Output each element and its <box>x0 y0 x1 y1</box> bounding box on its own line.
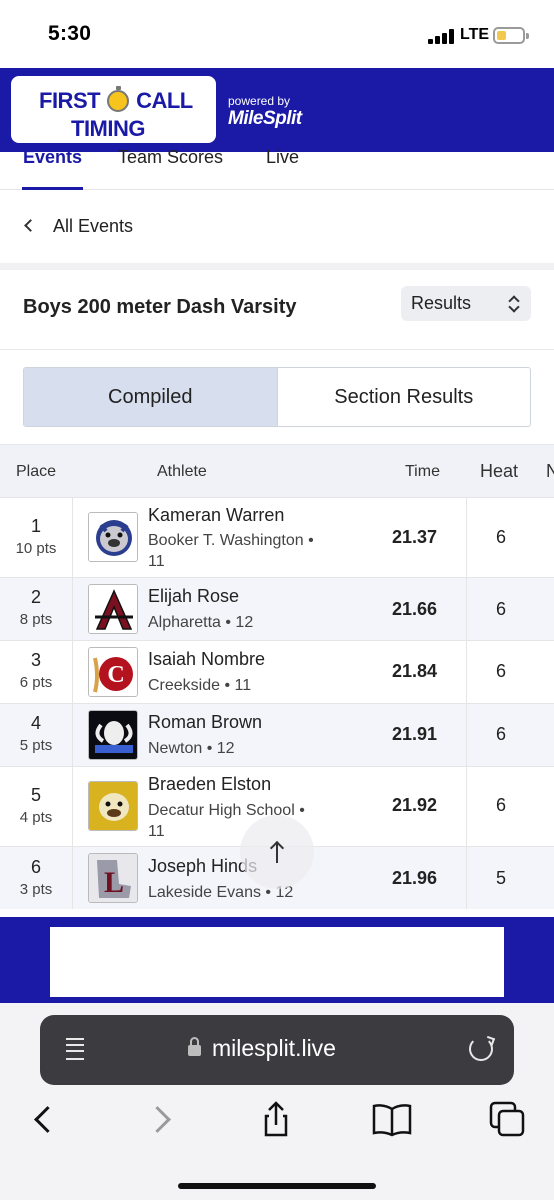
athlete-name[interactable]: Isaiah Nombre <box>148 649 265 670</box>
table-header: Place Athlete Time Heat N <box>0 444 554 497</box>
stopwatch-icon <box>107 86 130 112</box>
status-time: 5:30 <box>48 22 92 45</box>
points-value: 3 pts <box>19 881 53 898</box>
place-value: 1 <box>30 516 41 536</box>
athlete-name[interactable]: Braeden Elston <box>148 774 271 795</box>
table-row[interactable]: 4 5 pts Roman Brown Newton • 12 21.91 6 <box>0 703 554 766</box>
heat-value: 6 <box>495 661 506 681</box>
status-bar: 5:30 LTE <box>0 0 554 68</box>
ram-logo-icon <box>88 710 138 760</box>
tab-live[interactable]: Live <box>266 147 299 168</box>
section-results-button[interactable]: Section Results <box>278 368 531 426</box>
tabs-overview-icon[interactable] <box>487 1099 527 1139</box>
header-place: Place <box>16 463 57 480</box>
place-value: 4 <box>30 713 41 733</box>
time-value: 21.91 <box>392 724 438 744</box>
time-value: 21.37 <box>392 527 438 547</box>
time-value: 21.92 <box>392 795 438 815</box>
url-text[interactable]: milesplit.live <box>212 1035 336 1062</box>
heat-value: 6 <box>495 527 506 547</box>
signal-icon <box>428 29 456 44</box>
chevron-left-icon <box>24 219 37 232</box>
athlete-school: Newton • 12 <box>148 740 235 757</box>
table-row[interactable]: 3 6 pts C Isaiah Nombre Creekside • 11 2… <box>0 640 554 703</box>
place-value: 6 <box>30 857 41 877</box>
logo-line1: FIRST CALL <box>39 86 193 114</box>
compiled-button[interactable]: Compiled <box>24 368 278 426</box>
header-heat: Heat <box>480 461 519 481</box>
tab-team-scores[interactable]: Team Scores <box>118 147 223 168</box>
header-extra: N <box>546 461 554 481</box>
athlete-school: Booker T. Washington • 11 <box>148 532 314 570</box>
athlete-name[interactable]: Kameran Warren <box>148 505 284 526</box>
logo-word-call: CALL <box>136 88 193 113</box>
forward-button[interactable] <box>140 1099 180 1139</box>
header-athlete: Athlete <box>157 463 207 480</box>
all-events-link[interactable]: All Events <box>0 191 554 263</box>
arrow-up-icon <box>276 843 278 863</box>
logo-word-timing: TIMING <box>71 116 146 141</box>
event-title: Boys 200 meter Dash Varsity <box>23 296 297 318</box>
header-time: Time <box>405 463 440 480</box>
svg-text:C: C <box>107 662 124 688</box>
time-value: 21.84 <box>392 661 438 681</box>
site-header: FIRST CALL TIMING powered by MileSplit <box>0 68 554 152</box>
heat-value: 6 <box>495 599 506 619</box>
athlete-name[interactable]: Elijah Rose <box>148 586 239 607</box>
network-label: LTE <box>460 26 490 43</box>
time-value: 21.96 <box>392 868 438 888</box>
logo-word-first: FIRST <box>39 88 101 113</box>
event-header: Boys 200 meter Dash Varsity Results <box>0 270 554 350</box>
ad-placeholder[interactable] <box>50 927 504 997</box>
event-tabs: Events Team Scores Live <box>0 147 554 190</box>
tab-events[interactable]: Events <box>23 147 82 168</box>
back-button[interactable] <box>30 1099 70 1139</box>
results-view-toggle: Compiled Section Results <box>23 367 531 427</box>
footer-band <box>0 917 554 1003</box>
letter-a-logo-icon <box>88 584 138 634</box>
reload-icon[interactable] <box>469 1037 493 1061</box>
time-value: 21.66 <box>392 599 438 619</box>
address-bar[interactable]: milesplit.live <box>40 1015 514 1085</box>
page-menu-icon[interactable] <box>64 1036 86 1062</box>
points-value: 10 pts <box>15 540 57 557</box>
table-row[interactable]: 1 10 pts Kameran Warren Booker T. Washin… <box>0 497 554 577</box>
points-value: 5 pts <box>19 737 53 754</box>
view-select[interactable]: Results <box>401 286 531 321</box>
all-events-label: All Events <box>53 216 134 236</box>
browser-toolbar: milesplit.live <box>0 1003 554 1200</box>
scroll-to-top-button[interactable] <box>240 815 314 889</box>
section-divider <box>0 263 554 270</box>
table-row[interactable]: 2 8 pts Elijah Rose Alpharetta • 12 21.6… <box>0 577 554 640</box>
bulldog-logo-icon <box>88 512 138 562</box>
points-value: 4 pts <box>19 809 53 826</box>
place-value: 2 <box>30 587 41 607</box>
share-icon[interactable] <box>256 1099 296 1139</box>
letter-c-logo-icon: C <box>88 647 138 697</box>
powered-by-label: powered by <box>228 94 291 108</box>
heat-value: 5 <box>495 868 506 888</box>
view-select-value: Results <box>411 293 472 313</box>
bulldog-gold-logo-icon <box>88 781 138 831</box>
active-tab-indicator <box>22 187 83 190</box>
athlete-name[interactable]: Roman Brown <box>148 712 262 733</box>
milesplit-logo[interactable]: MileSplit <box>228 108 302 130</box>
heat-value: 6 <box>495 724 506 744</box>
battery-icon <box>493 27 529 44</box>
home-indicator <box>178 1183 376 1189</box>
athlete-school: Alpharetta • 12 <box>148 614 254 631</box>
first-call-timing-logo[interactable]: FIRST CALL TIMING <box>11 76 216 143</box>
lock-icon <box>188 1037 201 1056</box>
points-value: 6 pts <box>19 674 53 691</box>
place-value: 3 <box>30 650 41 670</box>
letter-l-logo-icon: L <box>88 853 138 903</box>
chevron-up-down-icon <box>509 295 519 313</box>
points-value: 8 pts <box>19 611 53 628</box>
heat-value: 6 <box>495 795 506 815</box>
place-value: 5 <box>30 785 41 805</box>
athlete-school: Creekside • 11 <box>148 677 252 694</box>
svg-text:L: L <box>104 866 124 899</box>
bookmarks-icon[interactable] <box>371 1099 412 1139</box>
